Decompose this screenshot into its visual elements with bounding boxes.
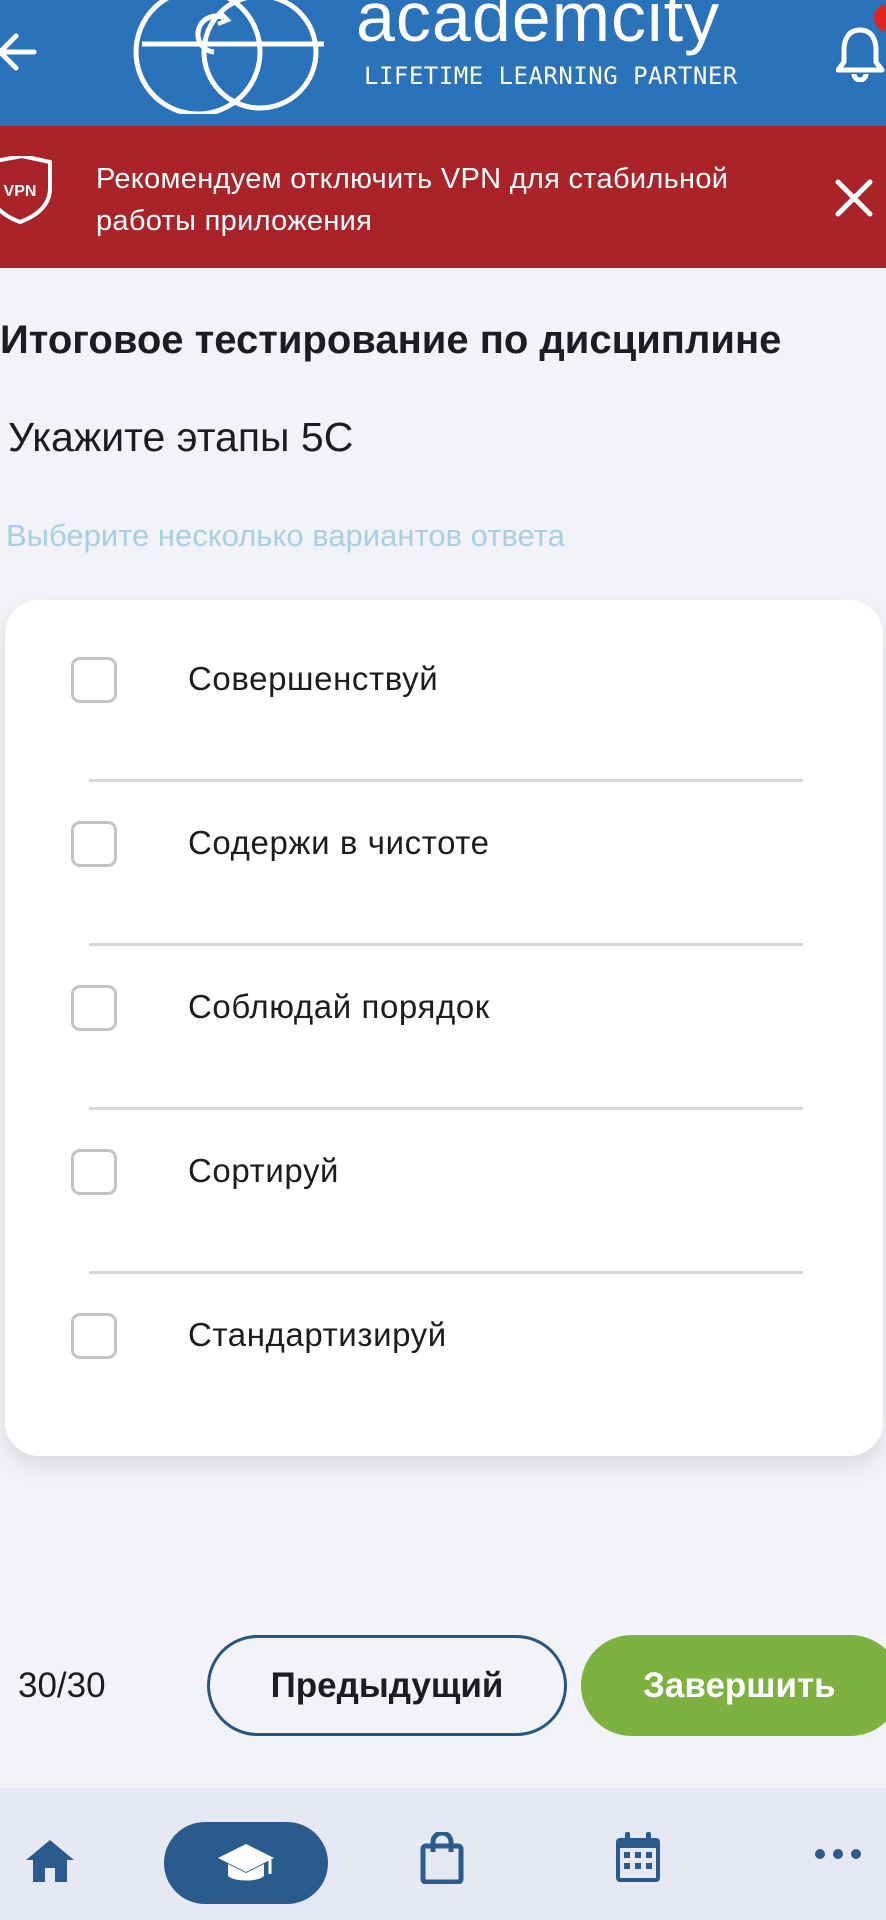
vpn-shield-icon: VPN [0,154,52,224]
nav-item-more[interactable] [800,1788,886,1920]
option-checkbox[interactable] [71,1149,117,1195]
answer-hint: Выберите несколько вариантов ответа [6,518,565,553]
answer-option[interactable]: Совершенствуй [5,600,883,764]
finish-button[interactable]: Завершить [581,1635,886,1736]
option-label: Соблюдай порядок [188,988,490,1025]
test-title: Итоговое тестирование по дисциплине [0,318,782,362]
option-label: Содержи в чистоте [188,824,490,861]
answer-option[interactable]: Содержи в чистоте [5,764,883,928]
vpn-warning-banner: VPN Рекомендуем отключить VPN для стабил… [0,126,886,268]
answer-option[interactable]: Стандартизируй [5,1256,883,1420]
logo-wordmark: academcity [356,0,721,56]
nav-item-shop[interactable] [404,1788,484,1920]
question-text: Укажите этапы 5С [8,414,354,460]
nav-item-calendar[interactable] [600,1788,680,1920]
option-checkbox[interactable] [71,1313,117,1359]
vpn-shield-label: VPN [4,183,37,200]
nav-item-home[interactable] [14,1788,94,1920]
home-icon [26,1840,74,1882]
nav-item-courses[interactable] [164,1822,328,1904]
option-checkbox[interactable] [71,985,117,1031]
option-label: Стандартизируй [188,1316,447,1353]
logo-icon [128,0,324,117]
option-checkbox[interactable] [71,821,117,867]
more-icon [815,1849,861,1859]
question-counter: 30/30 [18,1666,106,1705]
vpn-warning-text: Рекомендуем отключить VPN для стабильной… [96,163,729,237]
option-label: Сортируй [188,1152,340,1189]
logo-tagline: LIFETIME LEARNING PARTNER [364,62,738,90]
app-header: academcity LIFETIME LEARNING PARTNER [0,0,886,126]
close-icon [835,179,873,217]
banner-close-button[interactable] [826,170,882,226]
back-button[interactable] [0,26,40,82]
answer-options-card: Совершенствуй Содержи в чистоте Соблюдай… [5,600,883,1456]
bell-icon [835,27,885,83]
bottom-navigation [0,1788,886,1920]
arrow-left-icon [0,33,37,71]
answer-option[interactable]: Соблюдай порядок [5,928,883,1092]
notifications-button[interactable] [835,26,886,83]
shopping-bag-icon [420,1832,464,1884]
calendar-icon [616,1832,660,1882]
option-checkbox[interactable] [71,657,117,703]
answer-option[interactable]: Сортируй [5,1092,883,1256]
option-label: Совершенствуй [188,660,439,697]
previous-button[interactable]: Предыдущий [207,1635,567,1736]
graduation-cap-icon [218,1844,274,1881]
